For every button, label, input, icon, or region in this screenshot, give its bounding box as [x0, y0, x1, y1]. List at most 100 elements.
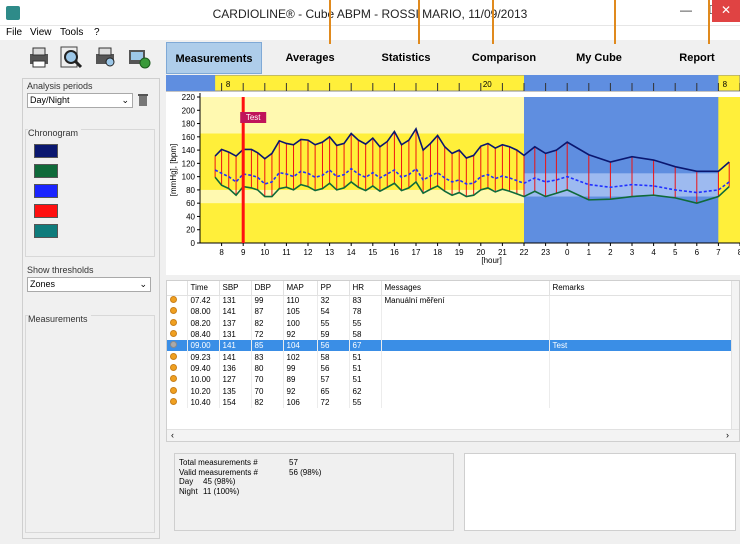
table-row[interactable]: 07.42 131 99 110 32 83 Manuální měření [167, 295, 733, 307]
trash-icon[interactable] [137, 93, 149, 107]
cell-status [167, 385, 188, 397]
cell-rem [549, 328, 733, 341]
cell-sbp: 141 [219, 340, 252, 352]
status-dot-icon [170, 307, 177, 315]
status-dot-icon [170, 363, 177, 371]
cell-dbp: 82 [251, 396, 284, 408]
chevron-down-icon: ⌄ [139, 279, 147, 289]
col-time[interactable]: Time [187, 281, 220, 296]
table-row[interactable]: 10.20 135 70 92 65 62 [167, 385, 733, 397]
cell-time: 10.00 [187, 374, 220, 386]
table-row[interactable]: 08.20 137 82 100 55 55 [167, 317, 733, 329]
callout-line [614, 0, 616, 44]
status-dot-icon [170, 352, 177, 360]
cell-pp: 57 [317, 374, 350, 386]
col-pp[interactable]: PP [317, 281, 350, 296]
status-dot-icon [170, 397, 177, 405]
table-row[interactable]: 09.23 141 83 102 58 51 [167, 351, 733, 363]
table-row[interactable]: 08.00 141 87 105 54 78 [167, 306, 733, 318]
col-messages[interactable]: Messages [381, 281, 550, 296]
col-map[interactable]: MAP [283, 281, 318, 296]
status-dot-icon [170, 386, 177, 394]
export-icon[interactable] [126, 44, 152, 70]
x-axis-label: [hour] [481, 256, 501, 265]
cell-rem [549, 317, 733, 329]
col-status [167, 281, 188, 296]
cell-pp: 55 [317, 317, 350, 329]
cell-hr: 55 [349, 396, 382, 408]
swatch-map[interactable] [34, 184, 58, 198]
swatch-dbp[interactable] [34, 164, 58, 178]
tab-statistics[interactable]: Statistics [372, 42, 440, 74]
col-remarks[interactable]: Remarks [549, 281, 733, 296]
x-tick-label: 5 [673, 248, 678, 257]
x-tick-label: 11 [282, 248, 291, 257]
cell-time: 09.23 [187, 351, 220, 363]
horizontal-scrollbar[interactable]: ‹ › [167, 429, 739, 441]
cell-dbp: 82 [251, 317, 284, 329]
table-row[interactable]: 10.40 154 82 106 72 55 [167, 396, 733, 408]
close-button[interactable]: ✕ [712, 0, 740, 22]
cell-time: 09.00 [187, 340, 220, 352]
cell-msg [381, 385, 550, 397]
summary-row: Day 45 (98%) [179, 477, 236, 486]
swatch-hr[interactable] [34, 224, 58, 238]
scroll-left-icon[interactable]: ‹ [171, 430, 174, 440]
menu-file[interactable]: File [6, 27, 22, 38]
top-scale-label: 20 [483, 80, 492, 89]
print-preview-icon[interactable] [92, 44, 118, 70]
notes-textarea[interactable] [464, 453, 736, 531]
cell-hr: 67 [349, 340, 382, 352]
menu-bar: File View Tools ? [0, 26, 740, 40]
chronogram-group: Chronogram [25, 128, 155, 257]
scroll-right-icon[interactable]: › [726, 430, 729, 440]
cell-status [167, 295, 188, 307]
menu-view[interactable]: View [30, 27, 52, 38]
analysis-periods-select[interactable]: Day/Night ⌄ [27, 93, 133, 108]
x-tick-label: 17 [412, 248, 421, 257]
table-row[interactable]: 10.00 127 70 89 57 51 [167, 374, 733, 386]
callout-line [418, 0, 420, 44]
cell-pp: 58 [317, 351, 350, 363]
cell-map: 105 [283, 306, 318, 318]
table-row[interactable]: 09.00 141 85 104 56 67 Test [167, 340, 733, 352]
analysis-periods-value: Day/Night [30, 95, 70, 105]
tab-comparison[interactable]: Comparison [466, 42, 542, 74]
col-dbp[interactable]: DBP [251, 281, 284, 296]
magnifier-icon[interactable] [58, 44, 84, 70]
thresholds-select[interactable]: Zones ⌄ [27, 277, 151, 292]
swatch-pp[interactable] [34, 204, 58, 218]
cell-pp: 56 [317, 340, 350, 352]
minimize-button[interactable]: — [672, 0, 700, 22]
table-row[interactable]: 09.40 136 80 99 56 51 [167, 362, 733, 375]
menu-tools[interactable]: Tools [60, 27, 83, 38]
table-row[interactable]: 08.40 131 72 92 59 58 [167, 328, 733, 341]
bp-chart[interactable]: 8 20 8020406080100120140160180200220[mmHg]… [166, 75, 740, 275]
tab-averages[interactable]: Averages [276, 42, 344, 74]
col-hr[interactable]: HR [349, 281, 382, 296]
cell-status [167, 328, 188, 341]
status-dot-icon [170, 375, 177, 383]
cell-sbp: 131 [219, 328, 252, 341]
tab-measurements[interactable]: Measurements [166, 42, 262, 74]
summary-row: Night 11 (100%) [179, 486, 240, 496]
chevron-down-icon: ⌄ [121, 95, 129, 105]
cell-rem [549, 385, 733, 397]
tab-report[interactable]: Report [670, 42, 724, 74]
status-dot-icon [170, 296, 177, 304]
y-tick-label: 120 [182, 159, 196, 168]
cell-dbp: 70 [251, 385, 284, 397]
cell-hr: 51 [349, 351, 382, 363]
print-icon[interactable] [26, 44, 52, 70]
menu-help[interactable]: ? [94, 27, 100, 38]
x-tick-label: 13 [325, 248, 334, 257]
swatch-sbp[interactable] [34, 144, 58, 158]
col-sbp[interactable]: SBP [219, 281, 252, 296]
tab-my-cube[interactable]: My Cube [566, 42, 632, 74]
x-tick-label: 15 [368, 248, 377, 257]
cell-map: 89 [283, 374, 318, 386]
cell-msg: Manuální měření [381, 295, 550, 307]
cell-hr: 51 [349, 362, 382, 375]
vertical-scrollbar[interactable] [731, 281, 739, 431]
x-tick-label: 6 [695, 248, 700, 257]
